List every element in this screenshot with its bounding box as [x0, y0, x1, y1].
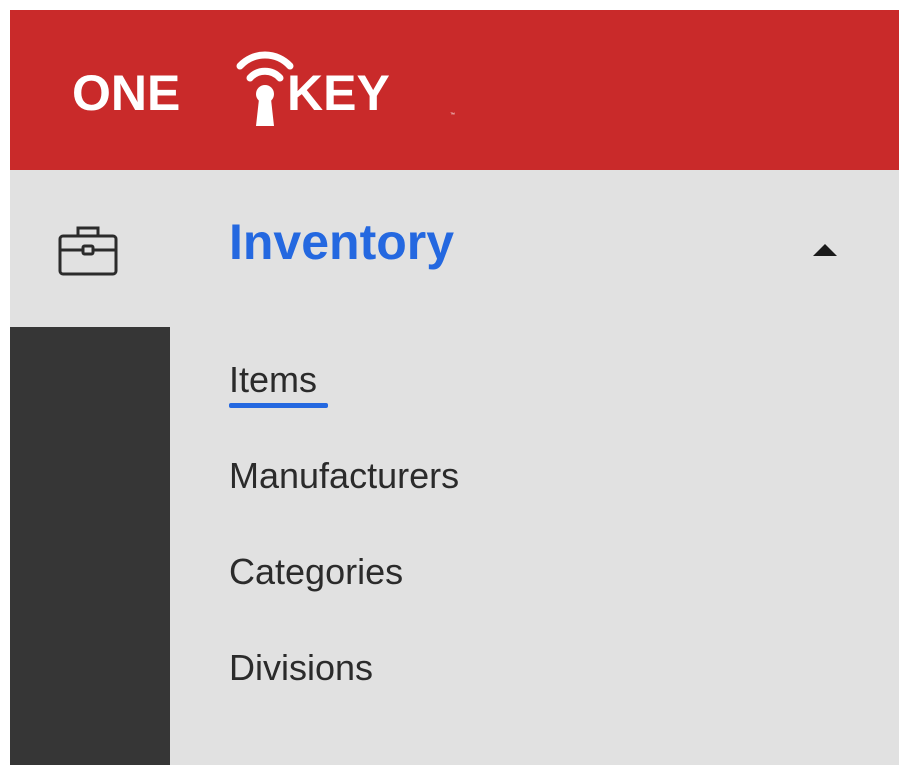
- sidebar-nav: Inventory Items Manufacturers Categories…: [10, 170, 899, 765]
- svg-text:™: ™: [450, 112, 455, 118]
- nav-item-categories[interactable]: Categories: [229, 554, 403, 590]
- app-header: ONE KEY ™: [10, 10, 899, 170]
- toolbox-icon: [58, 226, 118, 276]
- app-frame: ONE KEY ™ Inventory Items Manufacturers …: [10, 10, 899, 765]
- nav-section-inventory[interactable]: Inventory: [10, 170, 899, 327]
- active-item-indicator: [229, 403, 328, 408]
- one-key-logo: ONE KEY ™: [72, 51, 455, 126]
- svg-text:KEY: KEY: [287, 65, 390, 121]
- sidebar-rail: [10, 327, 170, 765]
- nav-item-manufacturers[interactable]: Manufacturers: [229, 458, 459, 494]
- chevron-up-icon[interactable]: [812, 243, 838, 257]
- nav-section-title: Inventory: [229, 214, 455, 270]
- svg-text:ONE: ONE: [72, 65, 180, 121]
- nav-item-items[interactable]: Items: [229, 362, 317, 398]
- nav-item-divisions[interactable]: Divisions: [229, 650, 373, 686]
